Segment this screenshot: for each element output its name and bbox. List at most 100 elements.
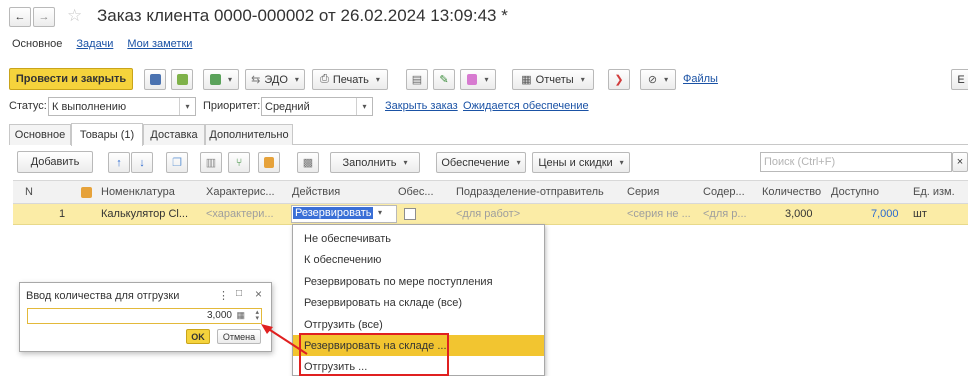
edit-button[interactable]: ✎ bbox=[433, 69, 455, 90]
table-header: N Номенклатура Характерис... Действия Об… bbox=[13, 180, 968, 204]
tab-tasks[interactable]: Задачи bbox=[76, 38, 113, 50]
tab-notes[interactable]: Мои заметки bbox=[127, 38, 192, 50]
calculator-icon[interactable]: ▦ bbox=[236, 310, 245, 321]
maximize-icon[interactable]: □ bbox=[236, 288, 242, 299]
cell-qty[interactable]: 3,000 bbox=[785, 208, 813, 220]
table-row[interactable]: 1 Калькулятор Cl... <характери... Резерв… bbox=[13, 204, 968, 225]
col-dept[interactable]: Подразделение-отправитель bbox=[456, 186, 604, 198]
chevron-down-icon[interactable]: ▾ bbox=[378, 208, 382, 217]
document-list-icon: ▤ bbox=[411, 74, 423, 86]
menu-item-ship-all[interactable]: Отгрузить (все) bbox=[293, 314, 544, 335]
fill-button[interactable]: Заполнить bbox=[330, 152, 420, 173]
menu-item-reserve-on-receipt[interactable]: Резервировать по мере поступления bbox=[293, 271, 544, 292]
col-content[interactable]: Содер... bbox=[703, 186, 745, 198]
barcode-icon: ▥ bbox=[205, 157, 217, 169]
overflow-button[interactable]: E bbox=[951, 69, 968, 90]
print-button[interactable]: ⎙ Печать bbox=[312, 69, 388, 90]
provision-button[interactable]: Обеспечение bbox=[436, 152, 526, 173]
col-unit[interactable]: Ед. изм. bbox=[913, 186, 955, 198]
menu-item-reserve-all[interactable]: Резервировать на складе (все) bbox=[293, 292, 544, 313]
quantity-dialog: Ввод количества для отгрузки ⋮ □ × 3,000… bbox=[19, 282, 272, 352]
calculator-icon: ▩ bbox=[302, 157, 314, 169]
edo-icon: ⇆ bbox=[251, 74, 261, 86]
col-series[interactable]: Серия bbox=[627, 186, 659, 198]
related-docs-button[interactable] bbox=[460, 69, 496, 90]
attach-button[interactable]: ⊘ bbox=[640, 69, 676, 90]
workflow-button[interactable]: ❯ bbox=[608, 69, 630, 90]
create-based-on-button[interactable] bbox=[203, 69, 239, 90]
priority-select[interactable]: Средний ▾ bbox=[261, 97, 373, 116]
cell-char[interactable]: <характери... bbox=[206, 208, 274, 220]
tab-goods[interactable]: Товары (1) bbox=[71, 123, 143, 146]
arrow-right-icon: → bbox=[38, 11, 50, 23]
col-avail[interactable]: Доступно bbox=[831, 186, 879, 198]
split-icon: ⑂ bbox=[235, 156, 243, 169]
pick-button[interactable]: ▥ bbox=[200, 152, 222, 173]
chevron-down-icon[interactable]: ▾ bbox=[356, 98, 372, 115]
prices-discounts-button[interactable]: Цены и скидки bbox=[532, 152, 630, 173]
col-char[interactable]: Характерис... bbox=[206, 186, 275, 198]
post-document-icon bbox=[176, 74, 188, 85]
close-order-link[interactable]: Закрыть заказ bbox=[385, 100, 458, 112]
ok-button[interactable]: OK bbox=[186, 329, 210, 344]
related-docs-icon bbox=[467, 74, 478, 85]
col-actions[interactable]: Действия bbox=[292, 186, 340, 198]
col-picture-icon bbox=[81, 187, 92, 198]
awaiting-provision-link[interactable]: Ожидается обеспечение bbox=[463, 100, 589, 112]
calculator-button[interactable]: ▩ bbox=[297, 152, 319, 173]
tab-main[interactable]: Основное bbox=[12, 38, 62, 50]
col-item[interactable]: Номенклатура bbox=[101, 186, 175, 198]
add-button[interactable]: Добавить bbox=[17, 151, 93, 173]
close-icon[interactable]: × bbox=[255, 287, 262, 301]
tab-extra[interactable]: Дополнительно bbox=[205, 124, 293, 145]
chevron-down-icon[interactable]: ▾ bbox=[179, 98, 195, 115]
cell-dept[interactable]: <для работ> bbox=[456, 208, 520, 220]
search-input[interactable]: Поиск (Ctrl+F) bbox=[760, 152, 952, 172]
structure-button[interactable]: ▤ bbox=[406, 69, 428, 90]
cell-content[interactable]: <для р... bbox=[703, 208, 747, 220]
save-button[interactable] bbox=[144, 69, 166, 90]
arrow-up-icon: ↑ bbox=[116, 156, 122, 169]
cell-obes-checkbox[interactable] bbox=[404, 208, 416, 220]
create-based-icon bbox=[209, 74, 221, 85]
move-down-button[interactable]: ↓ bbox=[131, 152, 153, 173]
copy-lines-button[interactable] bbox=[258, 152, 280, 173]
cell-n: 1 bbox=[59, 208, 66, 220]
close-icon: × bbox=[956, 156, 964, 168]
save-icon bbox=[149, 74, 161, 85]
split-row-button[interactable]: ⑂ bbox=[228, 152, 250, 173]
reports-button[interactable]: ▦ Отчеты bbox=[512, 69, 594, 90]
cell-action-value: Резервировать п bbox=[293, 207, 373, 219]
favorite-star-icon[interactable]: ☆ bbox=[67, 6, 82, 26]
files-link[interactable]: Файлы bbox=[683, 73, 718, 85]
quantity-input[interactable]: 3,000 ▦ ▴ ▾ bbox=[27, 308, 262, 324]
form-tabs: Основное Задачи Мои заметки bbox=[12, 38, 192, 50]
annotation-highlight-frame bbox=[299, 333, 449, 376]
more-icon[interactable]: ⋮ bbox=[218, 289, 229, 302]
cell-avail: 7,000 bbox=[871, 208, 899, 220]
report-icon: ▦ bbox=[521, 74, 532, 86]
printer-icon: ⎙ bbox=[320, 73, 329, 85]
status-select[interactable]: К выполнению ▾ bbox=[48, 97, 196, 116]
cell-unit[interactable]: шт bbox=[913, 208, 927, 220]
move-up-button[interactable]: ↑ bbox=[108, 152, 130, 173]
post-and-close-button[interactable]: Провести и закрыть bbox=[9, 68, 133, 90]
page-title: Заказ клиента 0000-000002 от 26.02.2024 … bbox=[97, 6, 508, 25]
status-label: Статус: bbox=[9, 100, 47, 112]
tab-main-inner[interactable]: Основное bbox=[9, 124, 71, 145]
cell-series[interactable]: <серия не ... bbox=[627, 208, 691, 220]
menu-item-no-provision[interactable]: Не обеспечивать bbox=[293, 228, 544, 249]
clear-search-button[interactable]: × bbox=[952, 152, 968, 172]
col-n[interactable]: N bbox=[25, 186, 33, 198]
cell-item[interactable]: Калькулятор Cl... bbox=[101, 208, 188, 220]
col-obes[interactable]: Обес... bbox=[398, 186, 434, 198]
back-button[interactable]: ← bbox=[9, 7, 31, 27]
col-qty[interactable]: Количество bbox=[762, 186, 821, 198]
copy-lines-icon bbox=[264, 157, 274, 168]
post-button[interactable] bbox=[171, 69, 193, 90]
menu-item-to-provision[interactable]: К обеспечению bbox=[293, 249, 544, 270]
copy-row-button[interactable]: ❐ bbox=[166, 152, 188, 173]
tab-delivery[interactable]: Доставка bbox=[143, 124, 205, 145]
edo-button[interactable]: ⇆ ЭДО bbox=[245, 69, 305, 90]
forward-button[interactable]: → bbox=[33, 7, 55, 27]
